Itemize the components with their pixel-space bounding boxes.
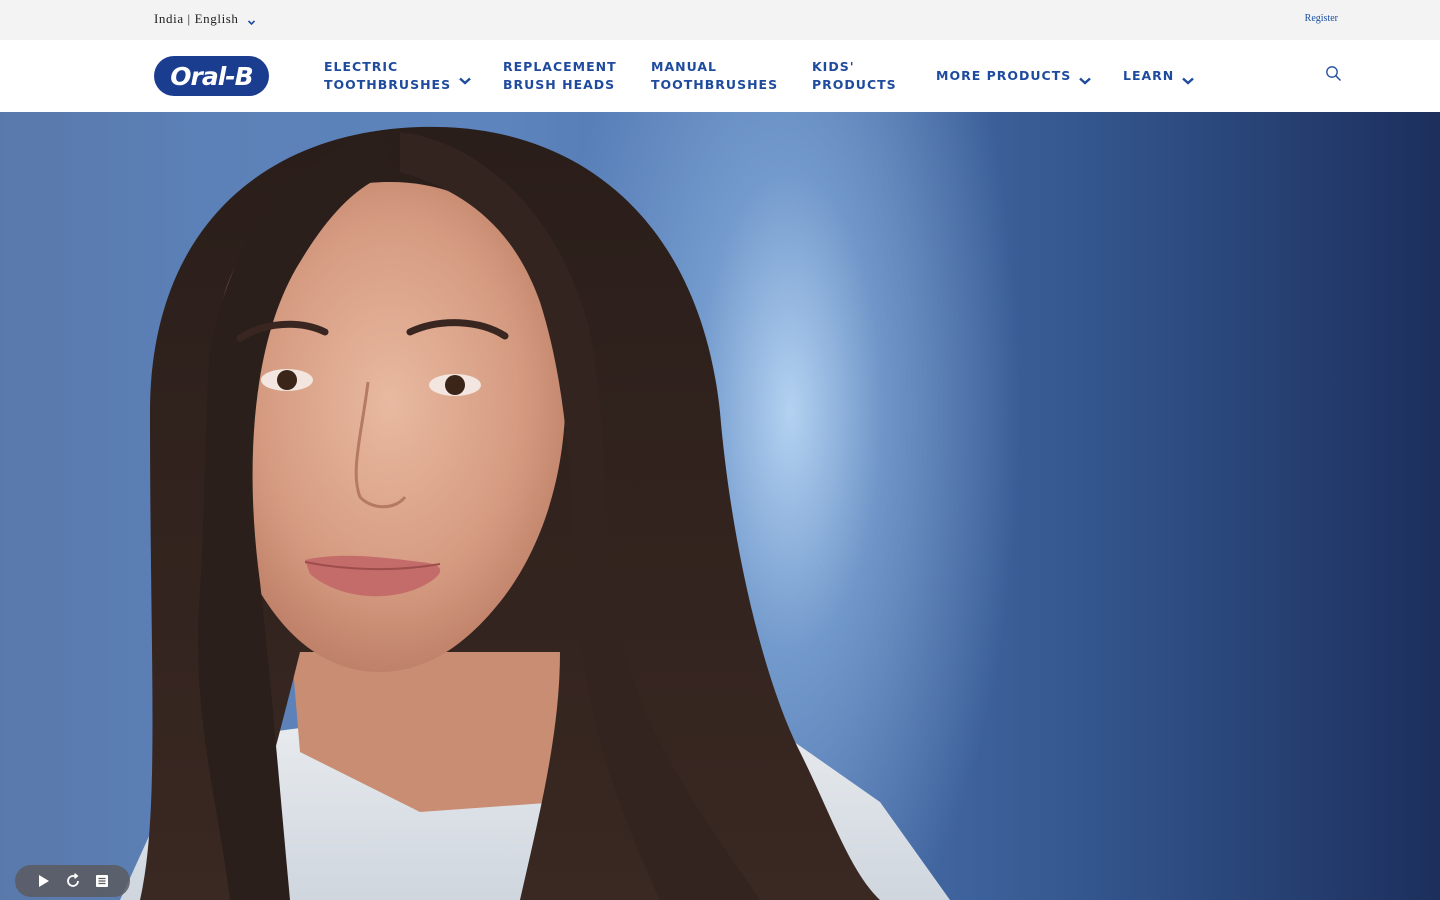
nav-replacement-brush-heads[interactable]: Replacement Brush Heads [503, 58, 617, 94]
main-navigation: Oral-B Electric Toothbrushes Replacement… [0, 40, 1440, 112]
nav-kids-products[interactable]: Kids' Products [812, 58, 897, 94]
nav-manual-toothbrushes[interactable]: Manual Toothbrushes [651, 58, 778, 94]
logo-text: Oral-B [170, 61, 253, 91]
utility-bar: India | English Register [0, 0, 1440, 40]
nav-label: Replacement Brush Heads [503, 59, 617, 92]
nav-label: Electric Toothbrushes [324, 59, 452, 92]
nav-learn[interactable]: Learn [1123, 67, 1195, 85]
hero-woman-image [120, 126, 950, 900]
locale-label: India | English [154, 11, 239, 26]
nav-label: Kids' Products [812, 59, 897, 92]
replay-icon[interactable] [65, 873, 81, 889]
nav-more-products[interactable]: More Products [936, 67, 1092, 85]
chevron-down-icon [1079, 72, 1092, 85]
register-link[interactable]: Register [1305, 13, 1338, 24]
locale-selector[interactable]: India | English [154, 11, 255, 27]
nav-electric-toothbrushes[interactable]: Electric Toothbrushes [324, 58, 471, 94]
hero-video[interactable] [0, 112, 1440, 900]
nav-label: More Products [936, 68, 1072, 83]
oral-b-logo[interactable]: Oral-B [154, 56, 269, 96]
nav-label: Manual Toothbrushes [651, 59, 779, 92]
nav-label: Learn [1123, 68, 1175, 83]
search-icon[interactable] [1325, 65, 1343, 83]
transcript-icon[interactable] [94, 873, 110, 889]
chevron-down-icon [459, 72, 471, 85]
video-controls [15, 865, 130, 897]
chevron-down-icon [247, 14, 255, 25]
play-icon[interactable] [36, 873, 52, 889]
chevron-down-icon [1182, 72, 1195, 85]
